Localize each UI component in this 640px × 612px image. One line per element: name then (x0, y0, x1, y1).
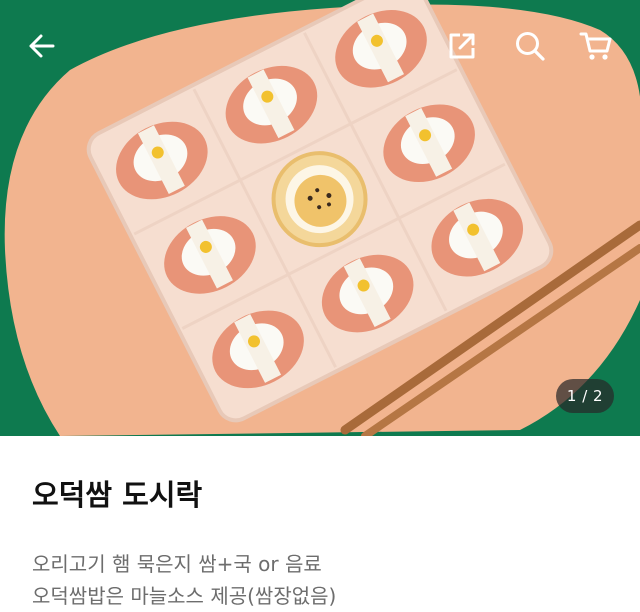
share-button[interactable] (442, 26, 482, 66)
back-button[interactable] (22, 26, 62, 66)
search-button[interactable] (510, 26, 550, 66)
external-link-icon (449, 33, 475, 59)
product-info: 오덕쌈 도시락 오리고기 햄 묵은지 쌈+국 or 음료 오덕쌈밥은 마늘소스 … (0, 476, 640, 612)
product-description: 오리고기 햄 묵은지 쌈+국 or 음료 오덕쌈밥은 마늘소스 제공(쌈장없음) (32, 548, 608, 612)
product-image-gallery[interactable]: 1 / 2 (0, 0, 640, 436)
top-navigation-bar (0, 0, 640, 92)
cart-button[interactable] (576, 26, 616, 66)
search-icon (516, 32, 545, 61)
arrow-left-icon (29, 34, 55, 58)
description-line: 오리고기 햄 묵은지 쌈+국 or 음료 (32, 552, 322, 576)
description-line: 오덕쌈밥은 마늘소스 제공(쌈장없음) (32, 584, 337, 608)
image-counter-badge: 1 / 2 (556, 379, 614, 413)
product-title: 오덕쌈 도시락 (32, 478, 203, 512)
shopping-cart-icon (579, 32, 612, 60)
